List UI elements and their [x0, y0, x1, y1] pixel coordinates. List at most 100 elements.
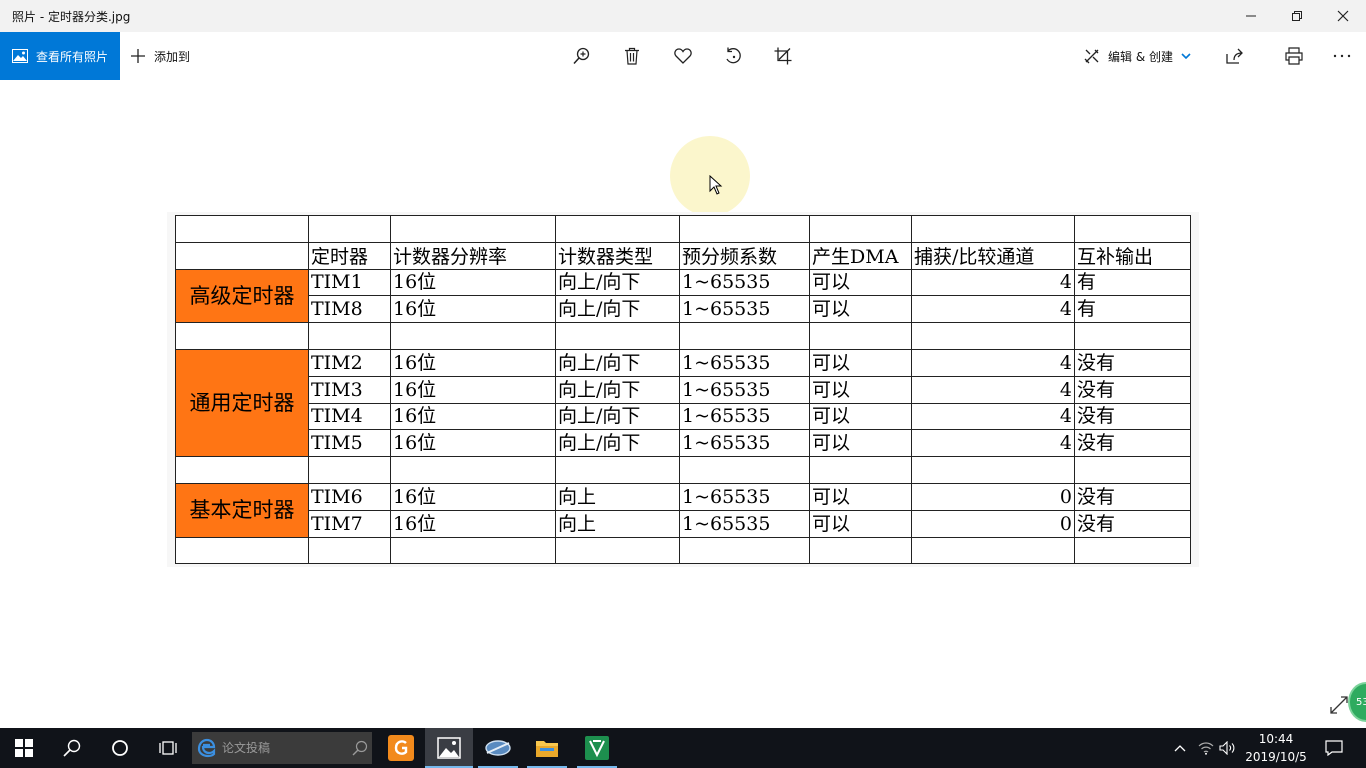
table-cell: TIM8	[308, 295, 391, 324]
header-cell	[175, 241, 309, 270]
view-all-photos-button[interactable]: 查看所有照片	[0, 32, 120, 80]
table-cell: 可以	[809, 402, 912, 431]
cortana-icon	[112, 740, 128, 756]
header-cell: 计数器类型	[555, 241, 680, 270]
taskbar-app-photos[interactable]	[425, 728, 473, 768]
table-cell: 16位	[390, 482, 556, 511]
table-cell: 1~65535	[679, 348, 810, 377]
table-cell: TIM5	[308, 429, 391, 458]
taskbar-search-box[interactable]	[192, 732, 372, 764]
restore-icon	[1292, 11, 1302, 21]
timer-classification-table: 定时器 计数器分辨率 计数器类型 预分频系数 产生DMA 捕获/比较通道 互补输…	[175, 215, 1191, 565]
table-cell: 可以	[809, 509, 912, 538]
table-cell: TIM7	[308, 509, 391, 538]
edit-create-button[interactable]: 编辑 & 创建	[1084, 32, 1191, 80]
network-tray-button[interactable]	[1194, 728, 1218, 768]
table-row: TIM4 16位 向上/向下 1~65535 可以 4 没有	[176, 402, 1191, 431]
start-button[interactable]	[0, 728, 48, 768]
table-row-blank	[175, 322, 1191, 350]
crop-button[interactable]	[771, 44, 795, 68]
minimize-button[interactable]	[1228, 0, 1274, 32]
edit-icon	[1084, 49, 1099, 64]
header-cell: 捕获/比较通道	[911, 241, 1075, 270]
table-cell: 1~65535	[679, 268, 810, 297]
volume-icon	[1219, 741, 1235, 755]
orange-app-icon	[388, 735, 414, 761]
favorite-button[interactable]	[671, 44, 695, 68]
app-toolbar: 查看所有照片 添加到 编辑 & 创建	[0, 32, 1366, 80]
table-cell: 向上	[555, 509, 680, 538]
more-button[interactable]	[1330, 44, 1354, 68]
close-button[interactable]	[1320, 0, 1366, 32]
network-app-icon	[485, 740, 511, 756]
table-row: 基本定时器 TIM6 16位 向上 1~65535 可以 0 没有	[175, 482, 1191, 538]
restore-button[interactable]	[1274, 0, 1320, 32]
expand-icon[interactable]	[1330, 696, 1348, 714]
header-cell: 计数器分辨率	[390, 241, 556, 270]
table-row-blank	[175, 536, 1191, 565]
table-cell: 可以	[809, 482, 912, 511]
search-icon	[352, 740, 368, 756]
mouse-cursor-icon	[709, 175, 723, 195]
table-row: TIM5 16位 向上/向下 1~65535 可以 4 没有	[176, 429, 1191, 458]
show-hidden-icons-button[interactable]	[1168, 728, 1192, 768]
close-icon	[1337, 10, 1349, 22]
rotate-button[interactable]	[721, 44, 745, 68]
volume-tray-button[interactable]	[1216, 728, 1240, 768]
table-cell: TIM1	[308, 268, 391, 297]
table-cell: 没有	[1074, 429, 1191, 458]
table-cell: 向上	[555, 482, 680, 511]
zoom-in-button[interactable]	[570, 44, 594, 68]
crop-icon	[774, 47, 792, 65]
table-cell: 没有	[1074, 402, 1191, 431]
table-cell: 没有	[1074, 375, 1191, 404]
table-cell: TIM2	[308, 348, 391, 377]
table-cell: 向上/向下	[555, 402, 680, 431]
header-cell: 定时器	[308, 241, 391, 270]
table-cell: 向上/向下	[555, 348, 680, 377]
taskbar-app-remote[interactable]	[474, 728, 522, 768]
table-cell: 可以	[809, 268, 912, 297]
task-view-button[interactable]	[144, 728, 192, 768]
task-view-icon	[159, 741, 177, 755]
floating-badge[interactable]: 53	[1348, 682, 1366, 722]
taskbar-search-input[interactable]	[222, 741, 352, 755]
taskbar-app-sheet[interactable]	[573, 728, 621, 768]
taskbar: 10:44 2019/10/5	[0, 728, 1366, 768]
taskbar-clock[interactable]: 10:44 2019/10/5	[1242, 730, 1310, 766]
share-button[interactable]	[1223, 44, 1247, 68]
more-icon	[1333, 54, 1351, 58]
badge-value: 53	[1356, 696, 1366, 708]
table-cell: 向上/向下	[555, 295, 680, 324]
rotate-icon	[726, 47, 741, 64]
table-cell: 可以	[809, 429, 912, 458]
cortana-button[interactable]	[96, 728, 144, 768]
table-cell: 4	[911, 268, 1075, 297]
table-cell: 向上/向下	[555, 375, 680, 404]
taskbar-app-explorer[interactable]	[523, 728, 571, 768]
table-cell: 16位	[390, 375, 556, 404]
table-cell: 1~65535	[679, 402, 810, 431]
header-cell: 预分频系数	[679, 241, 810, 270]
search-button[interactable]	[48, 728, 96, 768]
table-cell: 4	[911, 348, 1075, 377]
print-button[interactable]	[1282, 44, 1306, 68]
table-cell: 16位	[390, 429, 556, 458]
title-bar: 照片 - 定时器分类.jpg	[0, 0, 1366, 32]
taskbar-app-doc[interactable]	[378, 728, 424, 768]
table-cell: 16位	[390, 348, 556, 377]
table-cell: 可以	[809, 295, 912, 324]
table-cell: 16位	[390, 402, 556, 431]
windows-logo-icon	[15, 739, 33, 757]
table-cell: 向上/向下	[555, 429, 680, 458]
add-to-button[interactable]: 添加到	[130, 32, 190, 80]
delete-button[interactable]	[620, 44, 644, 68]
table-cell: 没有	[1074, 509, 1191, 538]
table-cell: 向上/向下	[555, 268, 680, 297]
chevron-down-icon	[1181, 53, 1191, 59]
notification-icon	[1325, 740, 1343, 756]
notifications-button[interactable]	[1318, 728, 1350, 768]
header-cell: 产生DMA	[809, 241, 912, 270]
table-row-blank	[175, 456, 1191, 484]
table-cell: 16位	[390, 295, 556, 324]
